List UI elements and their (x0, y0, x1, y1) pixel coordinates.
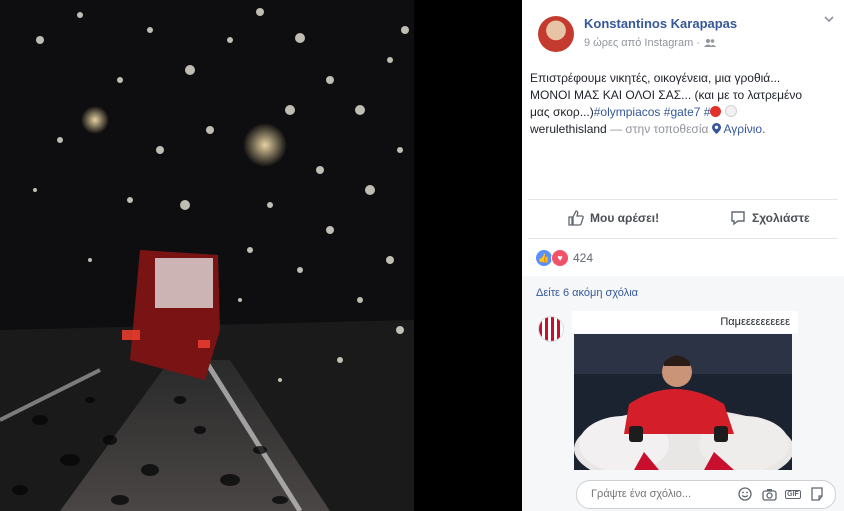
comment-input[interactable] (589, 487, 743, 501)
white-circle-emoji (724, 105, 737, 117)
caption-line-3-prefix: μας σκορ...) (530, 105, 594, 119)
comment-text: Παμεεεεεεεεεε (720, 316, 790, 328)
reactions-summary[interactable]: 👍 ♥ 424 (536, 249, 593, 267)
like-label: Μου αρέσει! (590, 211, 660, 225)
post-caption: Επιστρέφουμε νικητές, οικογένεια, μια γρ… (530, 70, 832, 138)
red-circle-emoji (710, 106, 722, 117)
friends-icon (704, 39, 717, 47)
divider (528, 238, 838, 239)
location-pin-icon (711, 123, 721, 134)
view-more-comments-link[interactable]: Δείτε 6 ακόμη σχόλια (536, 287, 638, 299)
author-avatar[interactable] (538, 16, 574, 52)
composer-icons: GIF (737, 486, 825, 502)
location-link[interactable]: Αγρίνιο. (723, 122, 765, 136)
thumbs-up-icon (568, 210, 584, 226)
chevron-down-icon[interactable] (824, 14, 834, 24)
sticker-icon[interactable] (809, 486, 825, 502)
gif-icon[interactable]: GIF (785, 486, 801, 502)
post-meta-text[interactable]: 9 ώρες από Instagram · (584, 37, 700, 49)
comment-icon (731, 211, 745, 226)
caption-line-4: werulethisland — στην τοποθεσία Αγρίνιο. (530, 121, 832, 138)
camera-icon[interactable] (761, 486, 777, 502)
post-photo[interactable] (0, 0, 414, 511)
comment-label: Σχολιάστε (752, 211, 810, 225)
caption-line-2: ΜΟΝΟΙ ΜΑΣ ΚΑΙ ΟΛΟΙ ΣΑΣ... (και με το λατ… (530, 88, 803, 102)
hashtags[interactable]: #olympiacos #gate7 # (594, 105, 711, 119)
author-name[interactable]: Konstantinos Karapapas (584, 16, 737, 31)
divider (528, 199, 838, 200)
reaction-count: 424 (573, 251, 594, 265)
comment-bubble: Παμεεεεεεεεεε (572, 311, 798, 333)
caption-line-1: Επιστρέφουμε νικητές, οικογένεια, μια γρ… (530, 71, 781, 85)
comment-photo[interactable] (574, 334, 792, 470)
instagram-handle: werulethisland (530, 122, 607, 136)
football-celebration-image (574, 334, 792, 470)
emoji-icon[interactable] (737, 486, 753, 502)
love-reaction-icon: ♥ (551, 249, 569, 267)
rainy-windshield-photo (0, 0, 414, 511)
like-button[interactable]: Μου αρέσει! (568, 210, 659, 226)
like-reaction-icon: 👍 (536, 250, 552, 266)
location-prefix: — στην τοποθεσία (610, 122, 709, 136)
comment-button[interactable]: Σχολιάστε (730, 210, 810, 226)
comment-composer: GIF (576, 480, 836, 509)
post-panel: Konstantinos Karapapas 9 ώρες από Instag… (522, 0, 844, 511)
viewer-background (414, 0, 522, 511)
caption-line-3: μας σκορ...)#olympiacos #gate7 # (530, 104, 832, 121)
commenter-avatar[interactable] (538, 316, 564, 342)
post-meta: 9 ώρες από Instagram · (584, 37, 717, 49)
